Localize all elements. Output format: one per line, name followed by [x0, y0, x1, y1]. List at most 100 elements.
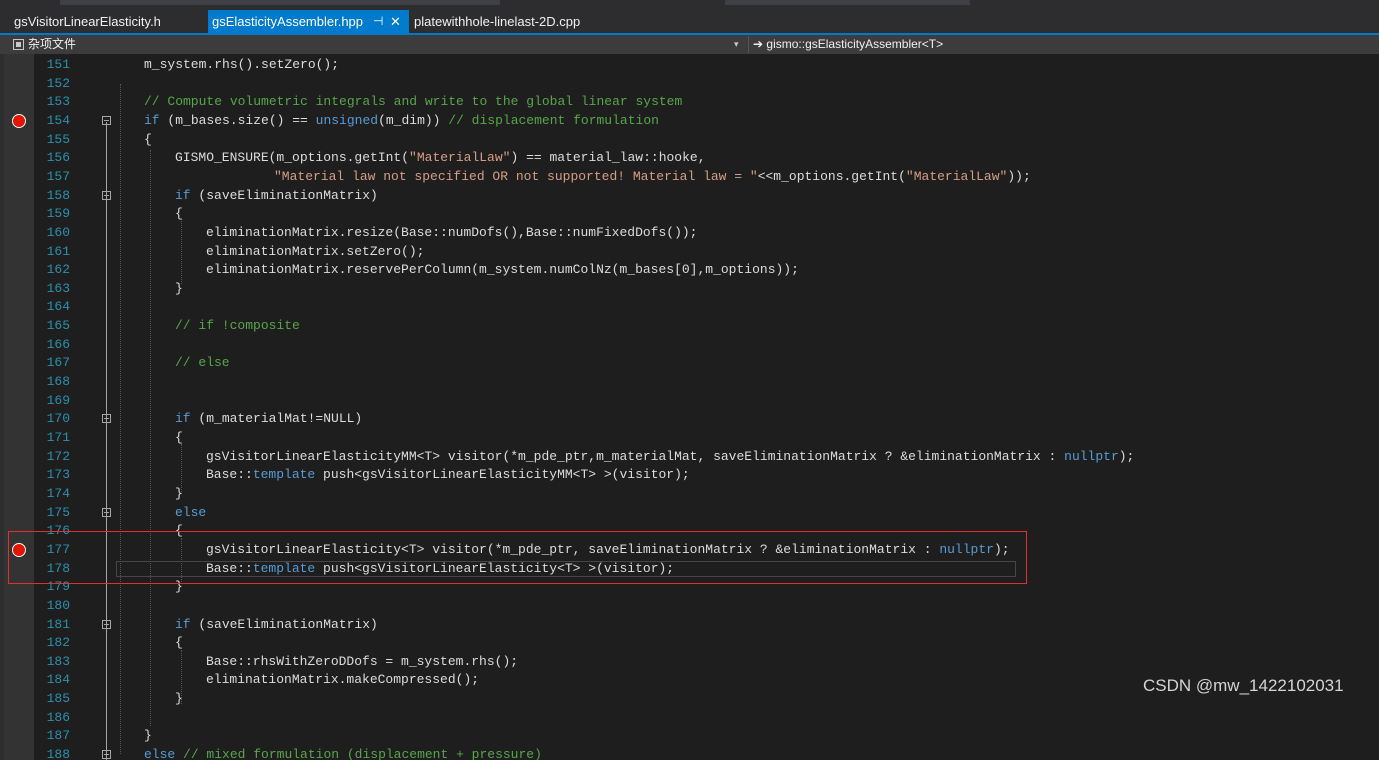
code-text: if (m_materialMat!=NULL) [175, 411, 363, 427]
code-text: if (saveEliminationMatrix) [175, 187, 378, 203]
chevron-down-icon[interactable]: ▾ [734, 35, 739, 54]
code-line[interactable]: 172 gsVisitorLinearElasticityMM<T> visito… [0, 448, 1379, 467]
code-line[interactable]: 183 Base::rhsWithZeroDDofs = m_system.rhs… [0, 653, 1379, 672]
code-text: Base::rhsWithZeroDDofs = m_system.rhs(); [206, 653, 519, 669]
tab-gselasticityassembler[interactable]: gsElasticityAssembler.hpp ⊣ ✕ [208, 10, 409, 33]
tab-platewithhole[interactable]: platewithhole-linelast-2D.cpp [400, 10, 640, 33]
code-line[interactable]: 181 if (saveEliminationMatrix) [0, 616, 1379, 635]
code-text: } [175, 485, 183, 501]
line-number: 170 [46, 411, 70, 427]
line-number: 175 [46, 504, 70, 520]
code-line[interactable]: 174} [0, 485, 1379, 504]
code-line[interactable]: 187} [0, 727, 1379, 746]
code-line[interactable]: 175 else [0, 504, 1379, 523]
code-line[interactable]: 158 if (saveEliminationMatrix) [0, 187, 1379, 206]
code-line[interactable]: 156 GISMO_ENSURE(m_options.getInt("Materi… [0, 149, 1379, 168]
code-line[interactable]: 164 [0, 298, 1379, 317]
code-line[interactable]: 168 [0, 373, 1379, 392]
line-number: 188 [46, 747, 70, 760]
code-line[interactable]: 159 { [0, 205, 1379, 224]
code-line[interactable]: 151 m_system.rhs().setZero(); [0, 56, 1379, 75]
line-number: 186 [46, 709, 70, 725]
scope-dropdown[interactable]: ➔ gismo::gsElasticityAssembler<T> [748, 36, 1379, 53]
code-text: { [175, 430, 183, 445]
code-text: m_system.rhs().setZero(); [144, 57, 340, 72]
tab-label: gsVisitorLinearElasticity.h [14, 14, 161, 29]
code-line[interactable]: 163} [0, 280, 1379, 299]
code-line[interactable]: 169 [0, 392, 1379, 411]
line-number: 174 [46, 485, 70, 501]
code-line[interactable]: 170 if (m_materialMat!=NULL) [0, 410, 1379, 429]
line-number: 180 [46, 597, 70, 613]
line-number: 154 [46, 112, 70, 128]
code-line[interactable]: 180 [0, 597, 1379, 616]
code-editor[interactable]: 151 m_system.rhs().setZero(); 152 153 // Com… [0, 54, 1379, 760]
line-number: 172 [46, 448, 70, 464]
code-line[interactable]: 167 // else [0, 354, 1379, 373]
code-text: } [175, 691, 183, 707]
line-number: 166 [46, 336, 70, 352]
document-tab-bar: gsVisitorLinearElasticity.h gsElasticity… [0, 5, 1379, 33]
code-line[interactable]: 188 else // mixed formulation (displaceme… [0, 746, 1379, 760]
line-number: 165 [46, 318, 70, 334]
project-dropdown[interactable]: 杂项文件 [13, 36, 747, 53]
pin-icon[interactable]: ⊣ [373, 10, 383, 33]
code-line[interactable]: 171 { [0, 429, 1379, 448]
file-icon [13, 39, 24, 50]
breakpoint-icon[interactable] [12, 113, 26, 128]
line-number: 157 [46, 168, 70, 184]
code-line[interactable]: 161 eliminationMatrix.setZero(); [0, 243, 1379, 262]
code-line[interactable]: 152 [0, 75, 1379, 94]
code-text: else // mixed formulation (displacement … [144, 747, 542, 760]
line-number: 184 [46, 672, 70, 688]
tab-gsvisitorlinearelasticity[interactable]: gsVisitorLinearElasticity.h [0, 10, 205, 33]
code-text: gsVisitorLinearElasticityMM<T> visitor(*… [206, 448, 1135, 464]
navigation-bar: 杂项文件 ▾ ➔ gismo::gsElasticityAssembler<T> [0, 35, 1379, 54]
code-line[interactable]: 160 eliminationMatrix.resize(Base::numDof… [0, 224, 1379, 243]
line-number: 152 [46, 75, 70, 91]
code-text: { [175, 206, 183, 222]
code-text: eliminationMatrix.setZero(); [206, 243, 425, 259]
fold-outline [106, 122, 107, 760]
code-line[interactable]: 173 Base::template push<gsVisitorLinearEl… [0, 466, 1379, 485]
code-line[interactable]: 165 // if !composite [0, 317, 1379, 336]
annotation-box [8, 531, 1027, 584]
line-number: 168 [46, 374, 70, 390]
line-number: 160 [46, 224, 70, 240]
line-number: 156 [46, 150, 70, 166]
code-line[interactable]: 157 "Material law not specified OR not su… [0, 168, 1379, 187]
arrow-right-icon: ➔ [753, 37, 764, 51]
code-text: eliminationMatrix.resize(Base::numDofs()… [206, 224, 698, 240]
line-number: 185 [46, 691, 70, 707]
line-number: 182 [46, 635, 70, 651]
code-text: eliminationMatrix.makeCompressed(); [206, 672, 480, 688]
code-text: if (m_bases.size() == unsigned(m_dim)) /… [144, 112, 659, 128]
line-number: 181 [46, 616, 70, 632]
code-text: if (saveEliminationMatrix) [175, 616, 378, 632]
line-number: 167 [46, 355, 70, 371]
scope-label: gismo::gsElasticityAssembler<T> [766, 37, 944, 51]
line-number: 173 [46, 467, 70, 483]
line-number: 164 [46, 299, 70, 315]
code-text: { [144, 131, 152, 147]
code-text: GISMO_ENSURE(m_options.getInt("MaterialL… [175, 150, 706, 166]
tab-label: gsElasticityAssembler.hpp [212, 14, 364, 29]
code-text: // if !composite [175, 318, 300, 334]
line-number: 159 [46, 206, 70, 222]
code-text: else [175, 504, 207, 520]
line-number: 162 [46, 262, 70, 278]
watermark: CSDN @mw_1422102031 [1143, 676, 1344, 695]
code-line[interactable]: 182 { [0, 634, 1379, 653]
code-text: eliminationMatrix.reservePerColumn(m_sys… [206, 262, 799, 278]
line-number: 153 [46, 94, 70, 110]
code-line[interactable]: 155 { [0, 131, 1379, 150]
code-line[interactable]: 153 // Compute volumetric integrals and w… [0, 93, 1379, 112]
code-text: } [144, 728, 152, 744]
code-line[interactable]: 154 if (m_bases.size() == unsigned(m_dim)… [0, 112, 1379, 131]
line-number: 155 [46, 131, 70, 147]
code-line[interactable]: 166 [0, 336, 1379, 355]
code-line[interactable]: 186 [0, 709, 1379, 728]
line-number: 169 [46, 392, 70, 408]
code-line[interactable]: 162 eliminationMatrix.reservePerColumn(m_… [0, 261, 1379, 280]
line-number: 161 [46, 243, 70, 259]
